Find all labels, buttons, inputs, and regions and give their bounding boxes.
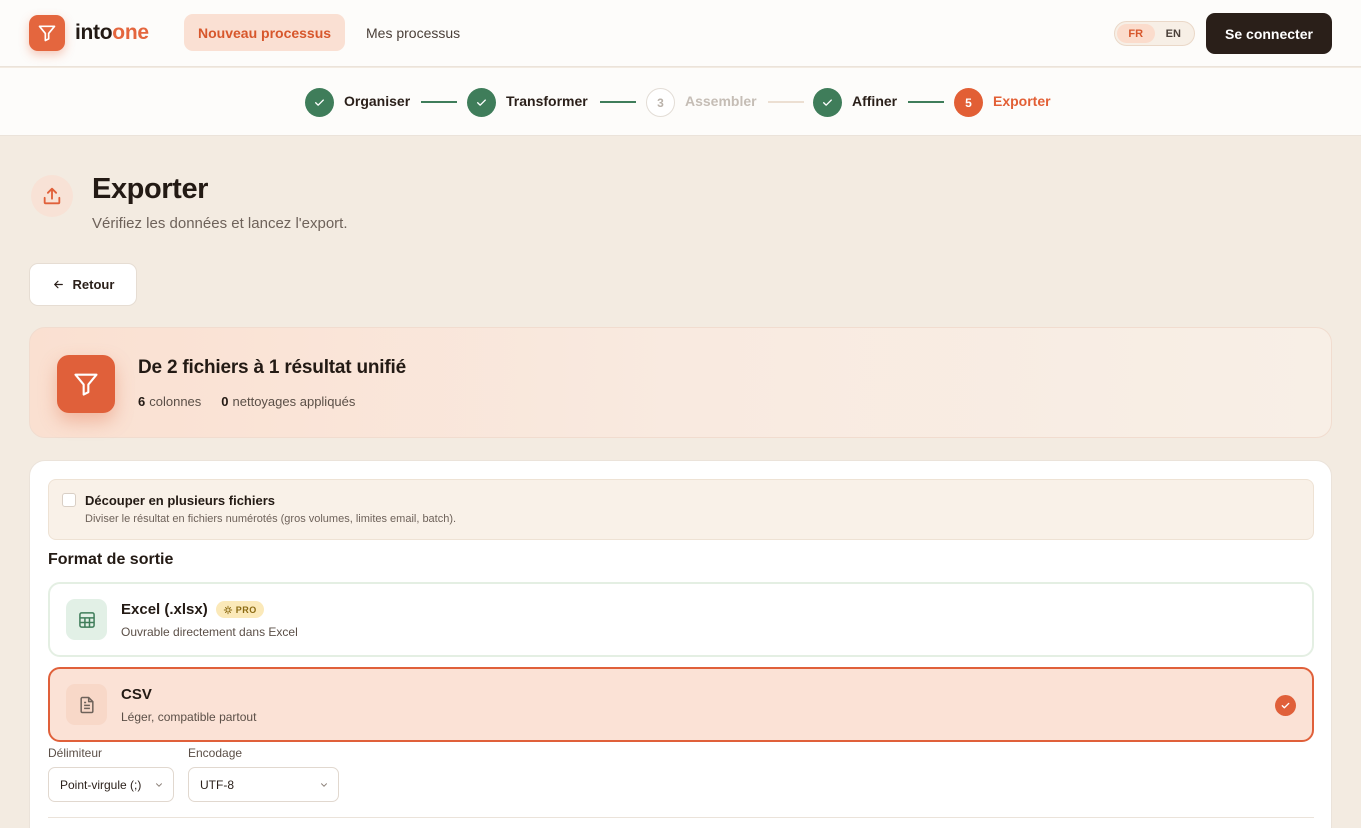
encoding-value: UTF-8 (200, 777, 234, 792)
nav-new-process[interactable]: Nouveau processus (184, 14, 346, 51)
delimiter-label: Délimiteur (48, 746, 103, 760)
nav-my-processes[interactable]: Mes processus (366, 14, 460, 51)
step-organiser-check-icon[interactable] (305, 88, 334, 117)
page-title: Exporter (92, 173, 209, 205)
divider (48, 817, 1314, 818)
cleanings-stat: 0 nettoyages appliqués (221, 394, 356, 409)
split-files-label: Découper en plusieurs fichiers (85, 493, 276, 508)
back-button-label: Retour (72, 277, 115, 292)
connect-button[interactable]: Se connecter (1206, 13, 1332, 54)
pro-badge: PRO (215, 601, 264, 618)
step-connector (421, 101, 457, 103)
lang-fr-button[interactable]: FR (1117, 24, 1155, 43)
delimiter-select[interactable]: Point-virgule (;) (48, 767, 174, 802)
encoding-select[interactable]: UTF-8 (188, 767, 339, 802)
chevron-down-icon (321, 783, 327, 787)
format-option-csv[interactable]: CSV Léger, compatible partout (48, 667, 1314, 742)
format-option-excel[interactable]: Excel (.xlsx) PRO Ouvrable directement d… (48, 582, 1314, 657)
document-icon (66, 684, 107, 725)
export-panel: Découper en plusieurs fichiers Diviser l… (29, 460, 1332, 828)
split-files-description: Diviser le résultat en fichiers numéroté… (85, 513, 457, 525)
step-assembler-number[interactable]: 3 (646, 88, 675, 117)
step-exporter-number[interactable]: 5 (954, 88, 983, 117)
top-bar: intoone Nouveau processus Mes processus … (0, 0, 1361, 67)
output-format-title: Format de sortie (48, 551, 174, 568)
language-switcher: FR EN (1114, 21, 1195, 46)
summary-title: De 2 fichiers à 1 résultat unifié (138, 357, 406, 378)
step-organiser-label[interactable]: Organiser (344, 93, 410, 109)
upload-icon (31, 175, 73, 217)
step-connector (768, 101, 804, 103)
step-affiner-check-icon[interactable] (813, 88, 842, 117)
lang-en-button[interactable]: EN (1155, 24, 1193, 43)
spreadsheet-icon (66, 599, 107, 640)
excel-option-title: Excel (.xlsx) PRO (121, 601, 264, 618)
step-connector (908, 101, 944, 103)
stepper: Organiser Transformer 3 Assembler Affine… (0, 68, 1361, 136)
step-transformer-check-icon[interactable] (467, 88, 496, 117)
step-connector (600, 101, 636, 103)
csv-option-title: CSV (121, 686, 152, 703)
step-affiner-label[interactable]: Affiner (852, 93, 897, 109)
arrow-left-icon (53, 280, 63, 289)
back-button[interactable]: Retour (29, 263, 137, 306)
step-transformer-label[interactable]: Transformer (506, 93, 588, 109)
summary-stats: 6 colonnes 0 nettoyages appliqués (138, 394, 355, 409)
page-subtitle: Vérifiez les données et lancez l'export. (92, 215, 348, 232)
selected-check-icon (1275, 695, 1296, 716)
step-assembler-label[interactable]: Assembler (685, 93, 757, 109)
chevron-down-icon (156, 783, 162, 787)
logo-text[interactable]: intoone (75, 21, 149, 45)
encoding-label: Encodage (188, 746, 243, 760)
csv-option-description: Léger, compatible partout (121, 710, 257, 724)
step-exporter-label[interactable]: Exporter (993, 93, 1051, 109)
logo-icon[interactable] (29, 15, 65, 51)
excel-option-description: Ouvrable directement dans Excel (121, 625, 298, 639)
columns-stat: 6 colonnes (138, 394, 202, 409)
sparkle-icon (223, 605, 232, 614)
delimiter-value: Point-virgule (;) (60, 777, 142, 792)
summary-card: De 2 fichiers à 1 résultat unifié 6 colon… (29, 327, 1332, 438)
funnel-icon (57, 355, 115, 413)
split-files-checkbox[interactable] (62, 493, 76, 507)
split-files-option[interactable]: Découper en plusieurs fichiers Diviser l… (48, 479, 1314, 540)
